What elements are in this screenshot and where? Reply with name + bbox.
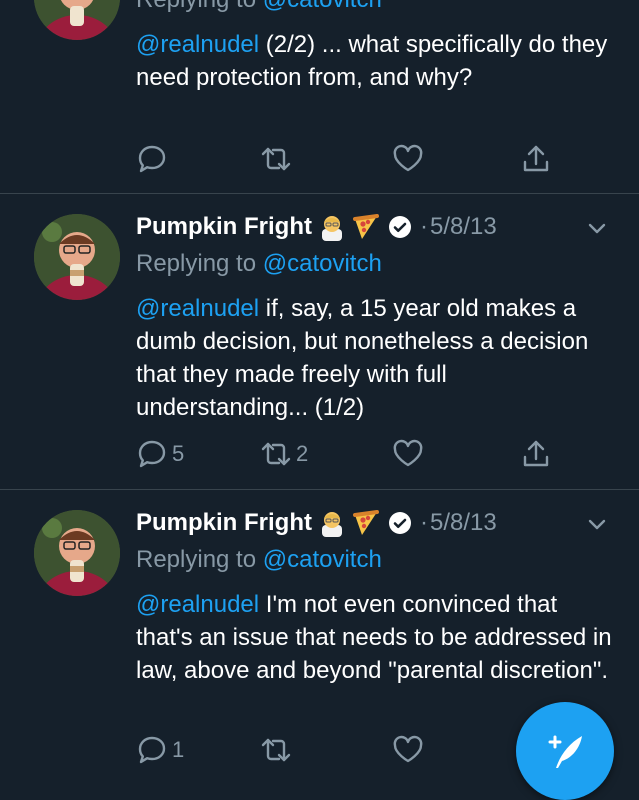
reply-handle-link[interactable]: @catovitch xyxy=(263,546,382,573)
tweet-actions: 1 xyxy=(136,733,566,767)
verified-badge-icon xyxy=(388,215,412,239)
scientist-emoji-icon xyxy=(318,509,346,537)
replying-to: Replying to @catovitch xyxy=(136,546,382,573)
retweet-button[interactable] xyxy=(260,733,296,767)
tweet-text: @realnudel (2/2) ... what specifically d… xyxy=(136,31,608,91)
tweet-actions: 5 2 xyxy=(136,437,566,471)
retweet-icon xyxy=(261,738,291,762)
avatar[interactable] xyxy=(34,214,120,300)
tweet-actions xyxy=(136,142,566,176)
tweet-header: Pumpkin Fright · 5/8/13 xyxy=(136,210,497,244)
heart-icon xyxy=(393,439,423,467)
tweet[interactable]: Pumpkin Fright · 5/8/13 Replying to @cat… xyxy=(0,194,639,490)
share-icon xyxy=(523,440,549,467)
tweet-date[interactable]: 5/8/13 xyxy=(430,509,497,537)
retweet-count: 2 xyxy=(296,441,309,466)
reply-icon xyxy=(138,145,166,173)
scientist-emoji-icon xyxy=(318,213,346,241)
compose-tweet-button[interactable] xyxy=(516,702,614,800)
tweet-text: @realnudel if, say, a 15 year old makes … xyxy=(136,295,589,421)
mention-link[interactable]: @realnudel xyxy=(136,31,259,58)
replying-to: Replying to @catovitch xyxy=(136,250,382,277)
retweet-button[interactable] xyxy=(260,142,296,176)
heart-icon xyxy=(393,735,423,763)
tweet-date[interactable]: 5/8/13 xyxy=(430,213,497,241)
pizza-emoji-icon xyxy=(352,509,380,537)
tweet-text: @realnudel I'm not even convinced that t… xyxy=(136,591,612,684)
replying-to: Replying to @catovitch xyxy=(136,0,382,14)
avatar[interactable] xyxy=(34,510,120,596)
display-name[interactable]: Pumpkin Fright xyxy=(136,213,312,241)
share-icon xyxy=(523,145,549,172)
chevron-down-icon[interactable] xyxy=(585,216,609,240)
retweet-icon xyxy=(261,442,291,466)
reply-count: 5 xyxy=(172,441,185,466)
retweet-icon xyxy=(261,147,291,171)
chevron-down-icon[interactable] xyxy=(585,512,609,536)
like-button[interactable] xyxy=(392,142,428,176)
like-button[interactable] xyxy=(392,437,428,471)
reply-handle-link[interactable]: @catovitch xyxy=(263,0,382,13)
mention-link[interactable]: @realnudel xyxy=(136,295,259,322)
mention-link[interactable]: @realnudel xyxy=(136,591,259,618)
pizza-emoji-icon xyxy=(352,213,380,241)
separator-dot: · xyxy=(420,213,428,240)
reply-button[interactable]: 1 xyxy=(136,733,184,767)
reply-count: 1 xyxy=(172,737,185,762)
share-button[interactable] xyxy=(520,437,552,471)
tweet[interactable]: Replying to @catovitch @realnudel (2/2) … xyxy=(0,0,639,194)
share-button[interactable] xyxy=(520,142,552,176)
reply-handle-link[interactable]: @catovitch xyxy=(263,250,382,277)
like-button[interactable] xyxy=(392,733,428,767)
reply-icon xyxy=(138,736,166,764)
retweet-button[interactable]: 2 xyxy=(260,437,308,471)
avatar[interactable] xyxy=(34,0,120,40)
tweet-header: Pumpkin Fright · 5/8/13 xyxy=(136,506,497,540)
reply-icon xyxy=(138,440,166,468)
reply-button[interactable] xyxy=(136,142,172,176)
separator-dot: · xyxy=(420,509,428,536)
reply-button[interactable]: 5 xyxy=(136,437,184,471)
verified-badge-icon xyxy=(388,511,412,535)
heart-icon xyxy=(393,144,423,172)
display-name[interactable]: Pumpkin Fright xyxy=(136,509,312,537)
compose-tweet-icon xyxy=(548,735,582,768)
